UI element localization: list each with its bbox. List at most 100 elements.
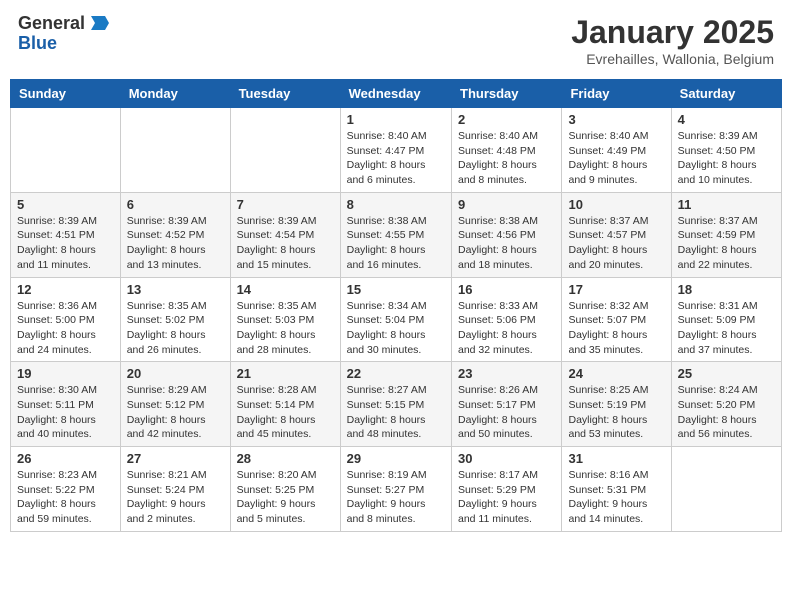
day-number: 6	[127, 197, 224, 212]
calendar-cell: 12 Sunrise: 8:36 AM Sunset: 5:00 PM Dayli…	[11, 277, 121, 362]
day-number: 9	[458, 197, 555, 212]
logo-blue-text: Blue	[18, 34, 57, 54]
calendar-cell: 26 Sunrise: 8:23 AM Sunset: 5:22 PM Dayli…	[11, 447, 121, 532]
calendar-cell	[230, 108, 340, 193]
calendar-cell: 24 Sunrise: 8:25 AM Sunset: 5:19 PM Dayli…	[562, 362, 671, 447]
calendar-table: SundayMondayTuesdayWednesdayThursdayFrid…	[10, 79, 782, 532]
calendar-cell: 20Sunrise: 8:29 AM Sunset: 5:12 PM Dayli…	[120, 362, 230, 447]
day-number: 2	[458, 112, 555, 127]
calendar-cell: 30Sunrise: 8:17 AM Sunset: 5:29 PM Dayli…	[452, 447, 562, 532]
day-number: 22	[347, 366, 445, 381]
calendar-cell: 21 Sunrise: 8:28 AM Sunset: 5:14 PM Dayli…	[230, 362, 340, 447]
day-info: Sunrise: 8:20 AM Sunset: 5:25 PM Dayligh…	[237, 468, 334, 527]
calendar-week-row: 26 Sunrise: 8:23 AM Sunset: 5:22 PM Dayli…	[11, 447, 782, 532]
calendar-cell: 18Sunrise: 8:31 AM Sunset: 5:09 PM Dayli…	[671, 277, 781, 362]
day-info: Sunrise: 8:25 AM Sunset: 5:19 PM Dayligh…	[568, 383, 664, 442]
day-number: 31	[568, 451, 664, 466]
day-info: Sunrise: 8:32 AM Sunset: 5:07 PM Dayligh…	[568, 299, 664, 358]
calendar-cell: 4 Sunrise: 8:39 AM Sunset: 4:50 PM Daylig…	[671, 108, 781, 193]
day-info: Sunrise: 8:34 AM Sunset: 5:04 PM Dayligh…	[347, 299, 445, 358]
calendar-cell: 2 Sunrise: 8:40 AM Sunset: 4:48 PM Daylig…	[452, 108, 562, 193]
day-number: 7	[237, 197, 334, 212]
calendar-cell: 16Sunrise: 8:33 AM Sunset: 5:06 PM Dayli…	[452, 277, 562, 362]
weekday-header-sunday: Sunday	[11, 80, 121, 108]
calendar-cell: 8 Sunrise: 8:38 AM Sunset: 4:55 PM Daylig…	[340, 192, 451, 277]
day-number: 10	[568, 197, 664, 212]
day-number: 3	[568, 112, 664, 127]
day-number: 29	[347, 451, 445, 466]
day-info: Sunrise: 8:35 AM Sunset: 5:03 PM Dayligh…	[237, 299, 334, 358]
day-number: 27	[127, 451, 224, 466]
calendar-week-row: 5 Sunrise: 8:39 AM Sunset: 4:51 PM Daylig…	[11, 192, 782, 277]
day-number: 21	[237, 366, 334, 381]
day-number: 17	[568, 282, 664, 297]
calendar-cell: 19 Sunrise: 8:30 AM Sunset: 5:11 PM Dayli…	[11, 362, 121, 447]
day-info: Sunrise: 8:39 AM Sunset: 4:50 PM Dayligh…	[678, 129, 775, 188]
day-number: 23	[458, 366, 555, 381]
day-info: Sunrise: 8:39 AM Sunset: 4:52 PM Dayligh…	[127, 214, 224, 273]
day-number: 28	[237, 451, 334, 466]
calendar-cell: 10Sunrise: 8:37 AM Sunset: 4:57 PM Dayli…	[562, 192, 671, 277]
day-number: 5	[17, 197, 114, 212]
month-title: January 2025	[571, 14, 774, 51]
day-info: Sunrise: 8:27 AM Sunset: 5:15 PM Dayligh…	[347, 383, 445, 442]
location-title: Evrehailles, Wallonia, Belgium	[571, 51, 774, 67]
day-info: Sunrise: 8:26 AM Sunset: 5:17 PM Dayligh…	[458, 383, 555, 442]
day-number: 25	[678, 366, 775, 381]
day-info: Sunrise: 8:38 AM Sunset: 4:56 PM Dayligh…	[458, 214, 555, 273]
calendar-cell: 22 Sunrise: 8:27 AM Sunset: 5:15 PM Dayli…	[340, 362, 451, 447]
calendar-cell: 29 Sunrise: 8:19 AM Sunset: 5:27 PM Dayli…	[340, 447, 451, 532]
day-number: 19	[17, 366, 114, 381]
day-info: Sunrise: 8:40 AM Sunset: 4:48 PM Dayligh…	[458, 129, 555, 188]
calendar-cell: 3Sunrise: 8:40 AM Sunset: 4:49 PM Daylig…	[562, 108, 671, 193]
day-info: Sunrise: 8:35 AM Sunset: 5:02 PM Dayligh…	[127, 299, 224, 358]
calendar-cell: 15 Sunrise: 8:34 AM Sunset: 5:04 PM Dayli…	[340, 277, 451, 362]
day-info: Sunrise: 8:21 AM Sunset: 5:24 PM Dayligh…	[127, 468, 224, 527]
day-number: 11	[678, 197, 775, 212]
calendar-cell: 6 Sunrise: 8:39 AM Sunset: 4:52 PM Daylig…	[120, 192, 230, 277]
day-number: 1	[347, 112, 445, 127]
logo: General Blue	[18, 14, 109, 54]
calendar-cell: 7 Sunrise: 8:39 AM Sunset: 4:54 PM Daylig…	[230, 192, 340, 277]
day-info: Sunrise: 8:33 AM Sunset: 5:06 PM Dayligh…	[458, 299, 555, 358]
page-header: General Blue January 2025 Evrehailles, W…	[10, 10, 782, 71]
calendar-cell: 25Sunrise: 8:24 AM Sunset: 5:20 PM Dayli…	[671, 362, 781, 447]
day-number: 15	[347, 282, 445, 297]
calendar-cell: 28 Sunrise: 8:20 AM Sunset: 5:25 PM Dayli…	[230, 447, 340, 532]
day-number: 8	[347, 197, 445, 212]
calendar-cell: 9 Sunrise: 8:38 AM Sunset: 4:56 PM Daylig…	[452, 192, 562, 277]
day-number: 4	[678, 112, 775, 127]
day-info: Sunrise: 8:40 AM Sunset: 4:47 PM Dayligh…	[347, 129, 445, 188]
calendar-cell	[671, 447, 781, 532]
day-number: 24	[568, 366, 664, 381]
day-info: Sunrise: 8:19 AM Sunset: 5:27 PM Dayligh…	[347, 468, 445, 527]
calendar-cell: 5 Sunrise: 8:39 AM Sunset: 4:51 PM Daylig…	[11, 192, 121, 277]
title-block: January 2025 Evrehailles, Wallonia, Belg…	[571, 14, 774, 67]
calendar-week-row: 12 Sunrise: 8:36 AM Sunset: 5:00 PM Dayli…	[11, 277, 782, 362]
calendar-cell	[11, 108, 121, 193]
day-info: Sunrise: 8:36 AM Sunset: 5:00 PM Dayligh…	[17, 299, 114, 358]
day-info: Sunrise: 8:28 AM Sunset: 5:14 PM Dayligh…	[237, 383, 334, 442]
day-info: Sunrise: 8:37 AM Sunset: 4:59 PM Dayligh…	[678, 214, 775, 273]
day-info: Sunrise: 8:39 AM Sunset: 4:54 PM Dayligh…	[237, 214, 334, 273]
logo-general-text: General	[18, 14, 85, 34]
weekday-header-friday: Friday	[562, 80, 671, 108]
day-number: 12	[17, 282, 114, 297]
day-info: Sunrise: 8:30 AM Sunset: 5:11 PM Dayligh…	[17, 383, 114, 442]
day-number: 14	[237, 282, 334, 297]
weekday-header-row: SundayMondayTuesdayWednesdayThursdayFrid…	[11, 80, 782, 108]
day-info: Sunrise: 8:39 AM Sunset: 4:51 PM Dayligh…	[17, 214, 114, 273]
calendar-cell: 11 Sunrise: 8:37 AM Sunset: 4:59 PM Dayli…	[671, 192, 781, 277]
day-info: Sunrise: 8:17 AM Sunset: 5:29 PM Dayligh…	[458, 468, 555, 527]
calendar-cell: 23 Sunrise: 8:26 AM Sunset: 5:17 PM Dayli…	[452, 362, 562, 447]
day-number: 26	[17, 451, 114, 466]
day-info: Sunrise: 8:23 AM Sunset: 5:22 PM Dayligh…	[17, 468, 114, 527]
calendar-cell: 27 Sunrise: 8:21 AM Sunset: 5:24 PM Dayli…	[120, 447, 230, 532]
weekday-header-monday: Monday	[120, 80, 230, 108]
day-info: Sunrise: 8:38 AM Sunset: 4:55 PM Dayligh…	[347, 214, 445, 273]
day-number: 18	[678, 282, 775, 297]
calendar-cell: 14 Sunrise: 8:35 AM Sunset: 5:03 PM Dayli…	[230, 277, 340, 362]
calendar-cell: 31Sunrise: 8:16 AM Sunset: 5:31 PM Dayli…	[562, 447, 671, 532]
calendar-cell	[120, 108, 230, 193]
day-number: 20	[127, 366, 224, 381]
